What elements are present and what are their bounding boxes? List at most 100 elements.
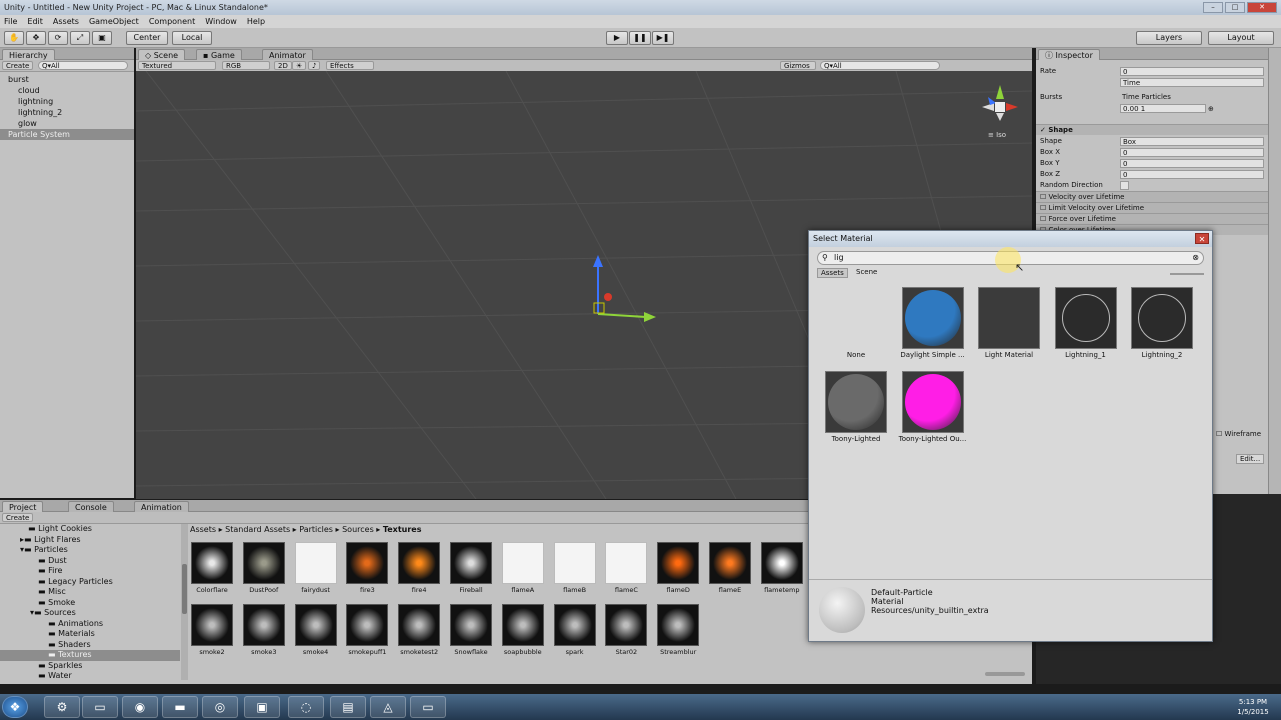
box-y-field[interactable]: 0: [1120, 159, 1264, 168]
hierarchy-search-input[interactable]: Q▾All: [38, 61, 128, 70]
texture-asset[interactable]: fairydust: [294, 542, 338, 594]
tab-animation[interactable]: Animation: [134, 501, 189, 512]
folder-shaders[interactable]: ▬ Shaders: [0, 640, 180, 651]
rate-field[interactable]: 0: [1120, 67, 1264, 76]
breadcrumb-item[interactable]: Particles: [299, 525, 333, 534]
material-item[interactable]: Toony-Lighted Ou...: [898, 371, 968, 443]
taskbar-explorer-icon[interactable]: ▭: [82, 696, 118, 718]
hierarchy-item-glow[interactable]: glow: [0, 118, 134, 129]
folder-light-cookies[interactable]: ▬ Light Cookies: [0, 524, 180, 535]
shape-dropdown[interactable]: Box: [1120, 137, 1264, 146]
texture-asset[interactable]: Star02: [604, 604, 648, 656]
texture-asset[interactable]: soapbubble: [501, 604, 545, 656]
box-z-field[interactable]: 0: [1120, 170, 1264, 179]
hierarchy-item-burst[interactable]: burst: [0, 74, 134, 85]
texture-asset[interactable]: flameD: [656, 542, 700, 594]
texture-asset[interactable]: DustPoof: [242, 542, 286, 594]
hierarchy-item-cloud[interactable]: cloud: [0, 85, 134, 96]
project-create-button[interactable]: Create: [2, 513, 34, 522]
hand-tool-icon[interactable]: ✋: [4, 31, 24, 45]
tab-game[interactable]: ▪ Game: [196, 49, 242, 60]
taskbar-folder-icon[interactable]: ▬: [162, 696, 198, 718]
texture-asset[interactable]: flameE: [708, 542, 752, 594]
texture-asset[interactable]: smoke3: [242, 604, 286, 656]
module-velocity[interactable]: ☐ Velocity over Lifetime: [1036, 191, 1268, 202]
menu-gameobject[interactable]: GameObject: [89, 15, 139, 28]
material-item[interactable]: None: [821, 287, 891, 359]
hierarchy-item-particle-system[interactable]: Particle System: [0, 129, 134, 140]
effects-dropdown[interactable]: Effects: [326, 61, 374, 70]
menu-window[interactable]: Window: [205, 15, 237, 28]
folder-water[interactable]: ▬ Water: [0, 671, 180, 680]
taskbar-app-icon[interactable]: ▣: [244, 696, 280, 718]
box-x-field[interactable]: 0: [1120, 148, 1264, 157]
toggle-2d-button[interactable]: 2D: [274, 61, 292, 70]
pivot-local-button[interactable]: Local: [172, 31, 212, 45]
tab-scene[interactable]: ◇ Scene: [138, 49, 186, 60]
texture-asset[interactable]: Streamblur: [656, 604, 700, 656]
taskbar-steam-icon[interactable]: ⚙: [44, 696, 80, 718]
layers-dropdown[interactable]: Layers: [1136, 31, 1202, 45]
tab-inspector[interactable]: ⓘ Inspector: [1038, 49, 1100, 60]
select-material-close-button[interactable]: ✕: [1195, 233, 1209, 244]
thumbnail-size-slider[interactable]: [1170, 273, 1204, 275]
tab-animator[interactable]: Animator: [262, 49, 313, 60]
menu-edit[interactable]: Edit: [27, 15, 43, 28]
tab-hierarchy[interactable]: Hierarchy: [2, 49, 55, 60]
shading-dropdown[interactable]: Textured: [138, 61, 216, 70]
hierarchy-create-button[interactable]: Create: [2, 61, 34, 70]
wireframe-toggle[interactable]: ☐ Wireframe: [1216, 430, 1261, 438]
texture-asset[interactable]: Fireball: [449, 542, 493, 594]
start-button[interactable]: ❖: [2, 696, 28, 718]
texture-asset[interactable]: smoke4: [294, 604, 338, 656]
menu-assets[interactable]: Assets: [53, 15, 79, 28]
breadcrumb-item-current[interactable]: Textures: [383, 525, 422, 534]
menu-component[interactable]: Component: [149, 15, 195, 28]
folder-fire[interactable]: ▬ Fire: [0, 566, 180, 577]
maximize-button[interactable]: □: [1225, 2, 1245, 13]
hierarchy-item-lightning[interactable]: lightning: [0, 96, 134, 107]
texture-asset[interactable]: fire3: [345, 542, 389, 594]
folder-textures[interactable]: ▬ Textures: [0, 650, 180, 661]
scene-audio-icon[interactable]: ♪: [308, 61, 321, 70]
taskbar-firefox-icon[interactable]: ◉: [122, 696, 158, 718]
folder-sources[interactable]: ▾▬ Sources: [0, 608, 180, 619]
transform-gizmo[interactable]: [593, 255, 656, 322]
scope-tab-assets[interactable]: Assets: [817, 268, 848, 278]
taskbar-chrome-icon[interactable]: ◎: [202, 696, 238, 718]
scale-tool-icon[interactable]: ⤢: [70, 31, 90, 45]
folder-sparkles[interactable]: ▬ Sparkles: [0, 661, 180, 672]
material-item[interactable]: Lightning_1: [1051, 287, 1121, 359]
texture-asset[interactable]: smokepuff1: [345, 604, 389, 656]
add-burst-icon[interactable]: ⊕: [1208, 104, 1214, 115]
texture-asset[interactable]: Snowflake: [449, 604, 493, 656]
select-material-titlebar[interactable]: Select Material ✕: [809, 231, 1212, 247]
taskbar-unity-icon[interactable]: ◬: [370, 696, 406, 718]
folder-light-flares[interactable]: ▸▬ Light Flares: [0, 535, 180, 546]
material-item[interactable]: Toony-Lighted: [821, 371, 891, 443]
material-item[interactable]: Daylight Simple ...: [898, 287, 968, 359]
close-button[interactable]: ✕: [1247, 2, 1277, 13]
move-tool-icon[interactable]: ✥: [26, 31, 46, 45]
folder-misc[interactable]: ▬ Misc: [0, 587, 180, 598]
tab-console[interactable]: Console: [68, 501, 114, 512]
play-button[interactable]: ▶: [606, 31, 628, 45]
shape-module-header[interactable]: ✓ Shape: [1036, 124, 1268, 135]
zoom-slider[interactable]: [985, 672, 1025, 676]
breadcrumb-item[interactable]: Standard Assets: [225, 525, 290, 534]
taskbar-app-icon[interactable]: ▤: [330, 696, 366, 718]
scope-tab-scene[interactable]: Scene: [853, 268, 880, 276]
texture-asset[interactable]: flameB: [553, 542, 597, 594]
menu-file[interactable]: File: [4, 15, 17, 28]
texture-asset[interactable]: smoke2: [190, 604, 234, 656]
clear-search-icon[interactable]: ⊗: [1192, 252, 1199, 264]
texture-asset[interactable]: spark: [553, 604, 597, 656]
menu-help[interactable]: Help: [247, 15, 265, 28]
scene-search-input[interactable]: Q▾All: [820, 61, 940, 70]
texture-asset[interactable]: smoketest2: [397, 604, 441, 656]
folder-particles[interactable]: ▾▬ Particles: [0, 545, 180, 556]
rect-tool-icon[interactable]: ▣: [92, 31, 112, 45]
taskbar-app-icon[interactable]: ◌: [288, 696, 324, 718]
step-button[interactable]: ▶❚: [652, 31, 674, 45]
folder-smoke[interactable]: ▬ Smoke: [0, 598, 180, 609]
